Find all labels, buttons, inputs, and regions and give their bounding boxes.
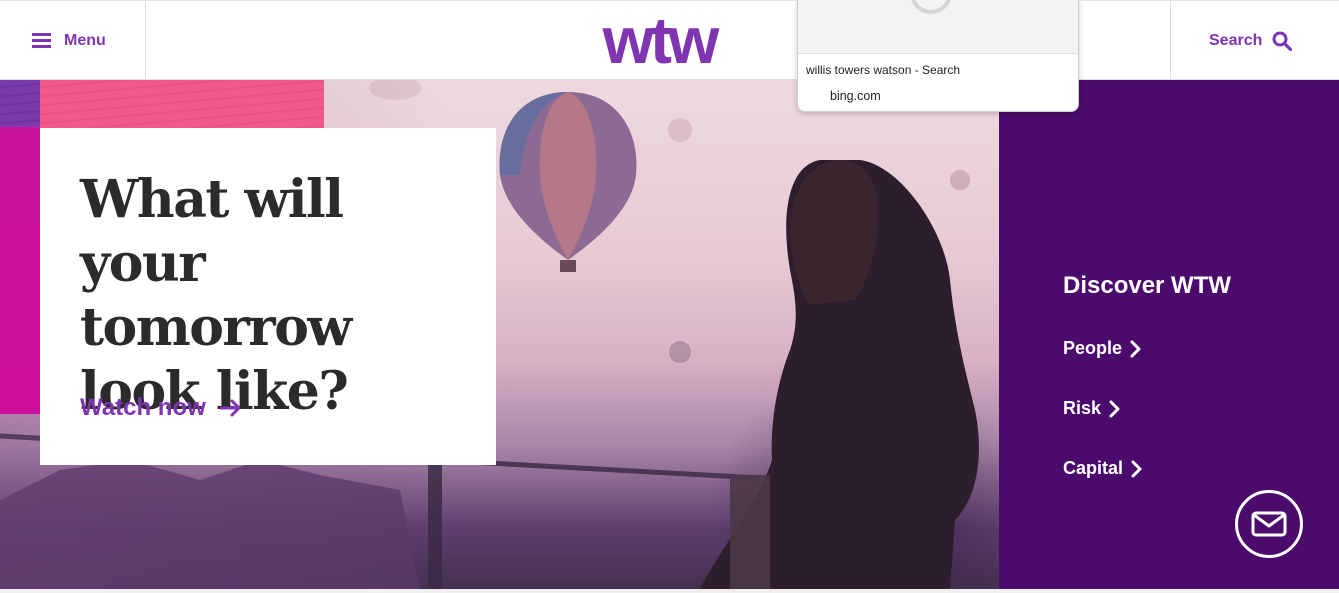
site-header: Menu wtw Search [0,0,1339,80]
hero-title: What will your tomorrow look like? [80,169,352,422]
discover-link-capital[interactable]: Capital [1063,458,1143,479]
autocomplete-source: bing.com [830,89,881,103]
hero-banner: What will your tomorrow look like? Watch… [0,80,999,589]
contact-mail-button[interactable] [1235,490,1303,558]
menu-button[interactable]: Menu [0,1,146,80]
logo-text: wtw [602,13,720,71]
watch-now-label: Watch now [80,394,206,421]
dropdown-preview [798,0,1078,54]
chevron-right-icon [1130,340,1141,357]
discover-link-risk[interactable]: Risk [1063,398,1121,419]
discover-panel: Discover WTW People Risk Capital [999,80,1339,589]
mail-icon [1251,511,1287,537]
discover-link-label: Risk [1063,398,1102,418]
arrow-right-icon [219,399,241,417]
discover-link-label: People [1063,338,1123,358]
chevron-right-icon [1109,400,1120,417]
wtw-logo[interactable]: wtw [580,13,738,71]
discover-link-label: Capital [1063,458,1124,478]
discover-link-people[interactable]: People [1063,338,1142,359]
search-icon [1272,31,1293,51]
decorative-pink-stripe [40,80,324,128]
watch-now-link[interactable]: Watch now [80,394,242,422]
hero-card: What will your tomorrow look like? Watch… [40,128,496,465]
menu-label: Menu [64,31,106,49]
autocomplete-dropdown: willis towers watson - Search bing.com [797,0,1079,112]
page-bottom-divider [0,589,1339,593]
chevron-right-icon [1131,460,1142,477]
hamburger-icon [32,33,51,48]
decorative-magenta-stripe [0,80,40,414]
autocomplete-suggestion[interactable]: willis towers watson - Search [806,63,960,77]
search-label: Search [1209,31,1263,49]
discover-title: Discover WTW [1063,272,1232,299]
search-button[interactable]: Search [1170,1,1339,80]
loading-spinner-icon [910,0,952,14]
